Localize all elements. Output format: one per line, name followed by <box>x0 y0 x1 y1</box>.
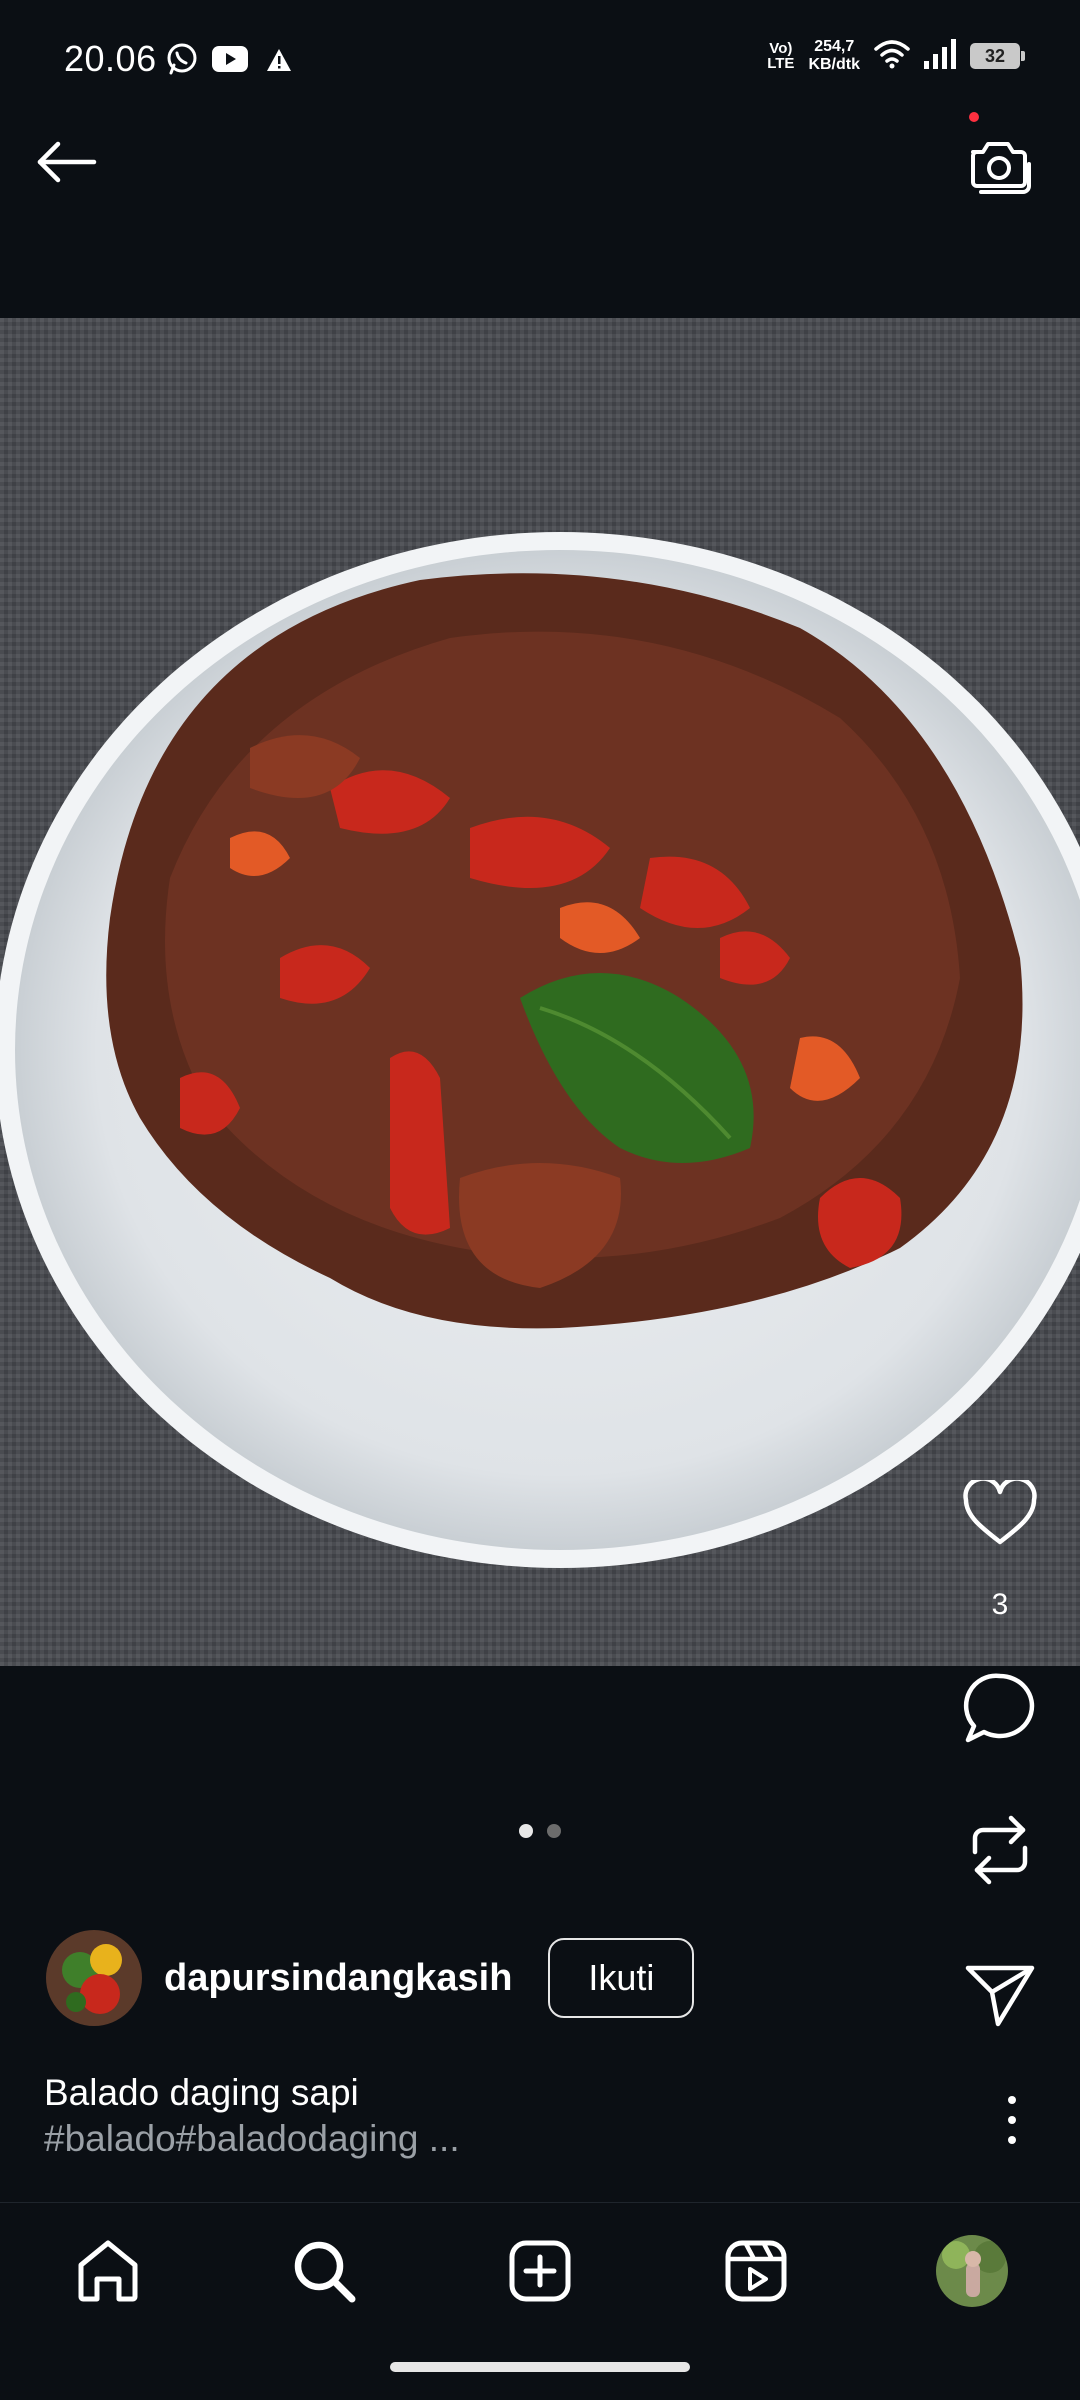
network-type: Vo) LTE <box>767 41 794 71</box>
whatsapp-icon <box>165 42 199 81</box>
nav-home[interactable] <box>70 2233 146 2309</box>
nav-search[interactable] <box>286 2233 362 2309</box>
comment-icon <box>963 1673 1035 1743</box>
author-username[interactable]: dapursindangkasih <box>164 1957 512 2000</box>
carousel-indicator <box>0 1824 1080 1838</box>
heart-icon <box>963 1480 1037 1545</box>
profile-notification-dot <box>969 112 979 122</box>
search-icon <box>294 2241 356 2303</box>
more-icon-dot <box>1008 2116 1016 2124</box>
nav-profile[interactable] <box>934 2233 1010 2309</box>
author-avatar[interactable] <box>46 1930 142 2026</box>
network-label-top: Vo) <box>769 40 793 57</box>
create-icon <box>509 2240 571 2302</box>
status-time: 20.06 <box>64 38 157 79</box>
carousel-dot-active <box>519 1824 533 1838</box>
nav-create[interactable] <box>502 2233 578 2309</box>
post-photo[interactable] <box>0 318 1080 1666</box>
follow-button[interactable]: Ikuti <box>548 1938 695 2018</box>
share-button[interactable] <box>960 1962 1040 2028</box>
caption-title: Balado daging sapi <box>44 2072 359 2113</box>
camera-icon <box>971 142 1031 194</box>
warning-icon <box>266 48 292 77</box>
caption-hashtags[interactable]: #balado#baladodaging ... <box>44 2116 924 2162</box>
comment-button[interactable] <box>960 1670 1040 1746</box>
more-icon-dot <box>1008 2136 1016 2144</box>
signal-icon <box>924 38 956 74</box>
status-indicators: Vo) LTE 254,7 KB/dtk 32 <box>767 36 1025 76</box>
like-button[interactable] <box>960 1480 1040 1546</box>
home-indicator[interactable] <box>390 2362 690 2372</box>
home-icon <box>78 2240 138 2302</box>
more-icon <box>1008 2096 1016 2104</box>
like-count: 3 <box>991 1588 1009 1621</box>
wifi-icon <box>874 39 910 74</box>
profile-avatar <box>936 2235 1008 2307</box>
more-options-button[interactable] <box>992 2092 1032 2148</box>
nav-reels[interactable] <box>718 2233 794 2309</box>
camera-button[interactable] <box>964 132 1036 198</box>
post-caption[interactable]: Balado daging sapi #balado#baladodaging … <box>44 2070 924 2162</box>
network-label-bottom: LTE <box>767 55 795 72</box>
youtube-icon <box>212 46 248 77</box>
top-app-bar <box>0 92 1080 318</box>
battery-icon: 32 <box>970 43 1025 69</box>
carousel-dot <box>547 1824 561 1838</box>
back-button[interactable] <box>28 128 104 196</box>
share-icon <box>965 1965 1035 2027</box>
speed-value: 254,7 <box>814 38 855 55</box>
status-bar: 20.06 Vo) LTE 254,7 KB/dtk 32 <box>0 0 1080 92</box>
reels-icon <box>725 2240 787 2302</box>
network-speed: 254,7 KB/dtk <box>808 38 860 74</box>
speed-unit: KB/dtk <box>808 56 860 73</box>
back-arrow-icon <box>37 141 97 183</box>
post-author: dapursindangkasih Ikuti <box>46 1930 695 2026</box>
